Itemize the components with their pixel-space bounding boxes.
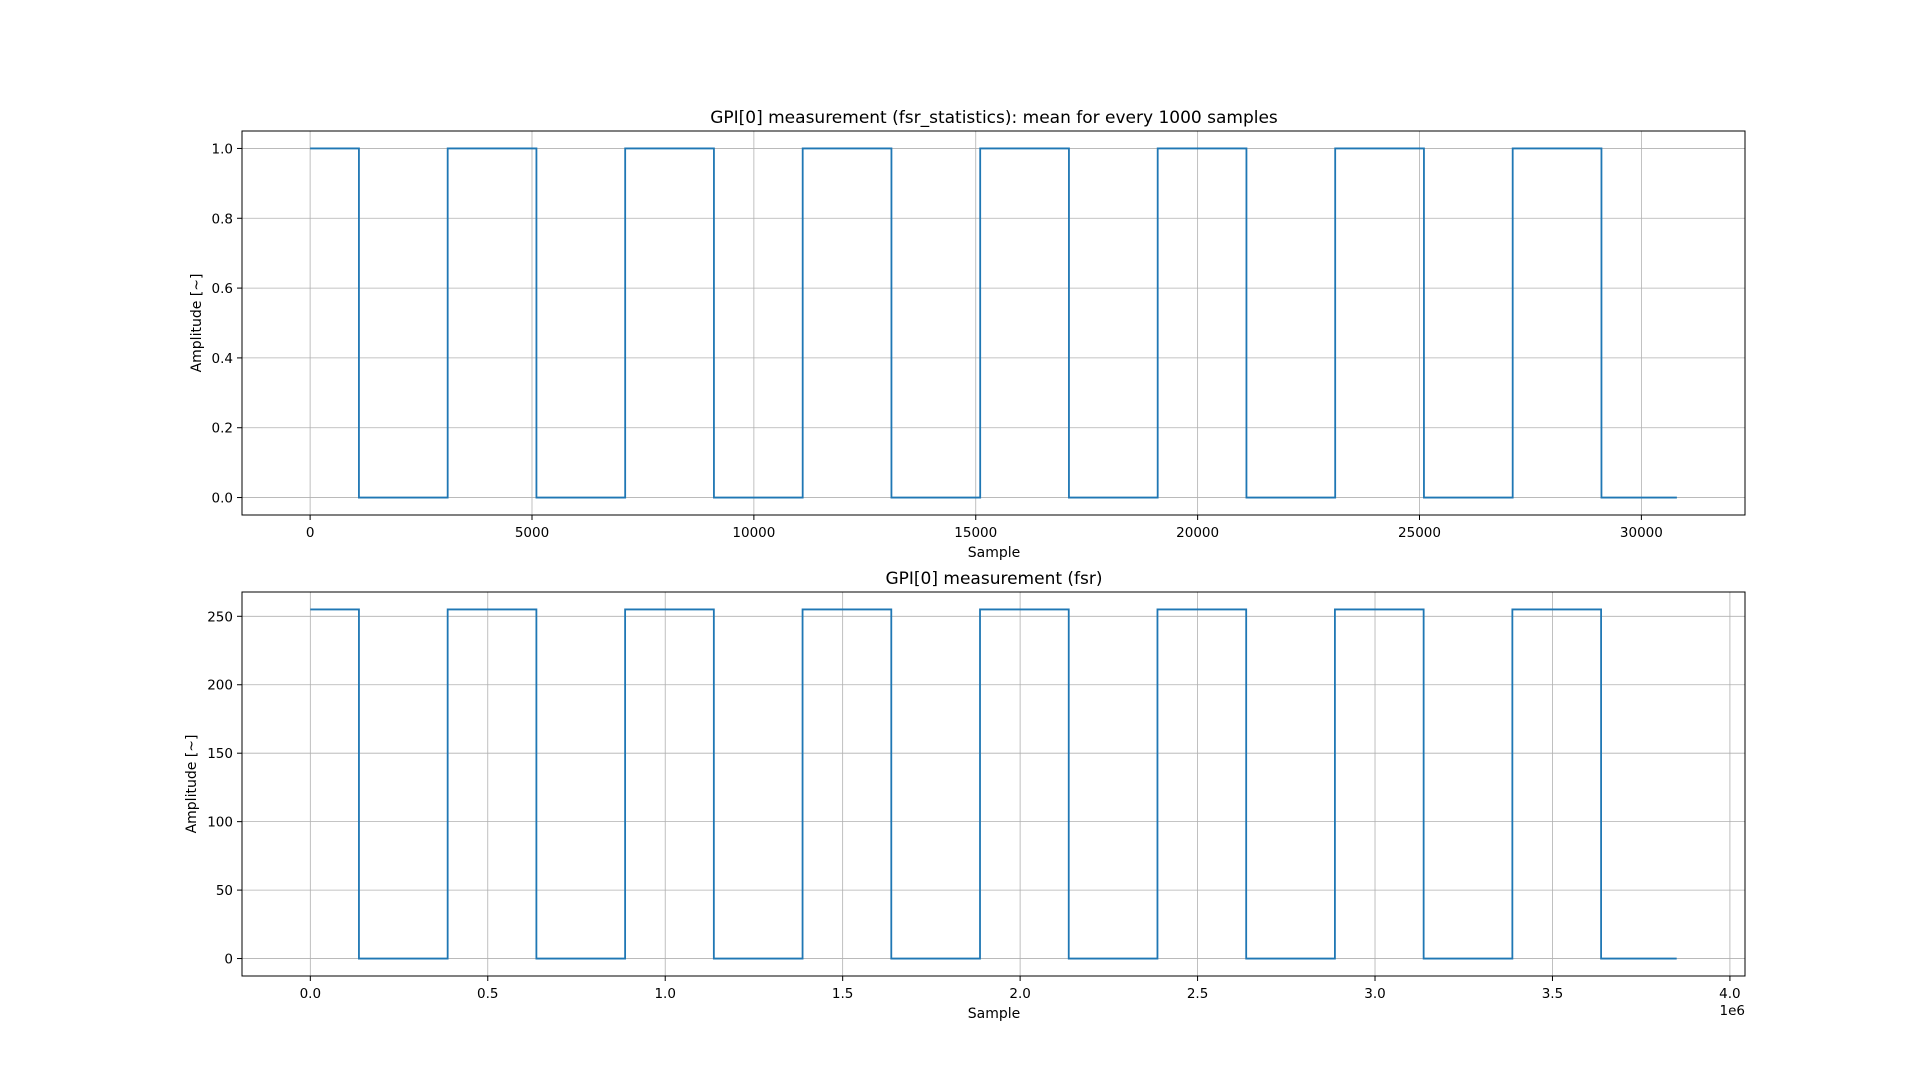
- x-tick-label: 0.5: [477, 986, 498, 1002]
- x-tick-label: 30000: [1620, 525, 1663, 541]
- x-tick-label: 20000: [1176, 525, 1219, 541]
- y-tick-label: 200: [207, 678, 233, 694]
- x-tick-label: 1.5: [832, 986, 853, 1002]
- y-tick-label: 0.8: [212, 211, 233, 227]
- x-tick-label: 2.5: [1187, 986, 1208, 1002]
- bottom-chart-title: GPI[0] measurement (fsr): [885, 569, 1102, 589]
- y-tick-label: 0.2: [212, 421, 233, 437]
- x-tick-label: 4.0: [1719, 986, 1740, 1002]
- x-tick-label: 25000: [1398, 525, 1441, 541]
- x-tick-label: 0.0: [300, 986, 321, 1002]
- x-tick-label: 0: [306, 525, 315, 541]
- y-tick-label: 100: [207, 815, 233, 831]
- x-tick-label: 1.0: [654, 986, 675, 1002]
- x-tick-label: 15000: [954, 525, 997, 541]
- x-tick-label: 3.5: [1542, 986, 1563, 1002]
- x-tick-label: 2.0: [1009, 986, 1030, 1002]
- y-tick-label: 0.4: [212, 351, 233, 367]
- top-chart-title: GPI[0] measurement (fsr_statistics): mea…: [710, 108, 1278, 128]
- x-tick-label: 10000: [732, 525, 775, 541]
- figure-background: [0, 0, 1920, 1087]
- bottom-y-axis-label: Amplitude [~]: [184, 735, 200, 834]
- y-tick-label: 50: [216, 883, 233, 899]
- y-tick-label: 1.0: [212, 141, 233, 157]
- y-tick-label: 250: [207, 609, 233, 625]
- bottom-x-axis-label: Sample: [968, 1006, 1021, 1022]
- y-tick-label: 150: [207, 746, 233, 762]
- y-tick-label: 0.6: [212, 281, 233, 297]
- top-x-axis-label: Sample: [968, 545, 1021, 561]
- x-tick-label: 3.0: [1364, 986, 1385, 1002]
- top-y-axis-label: Amplitude [~]: [189, 274, 205, 373]
- bottom-x-offset-label: 1e6: [1720, 1003, 1745, 1019]
- figure: GPI[0] measurement (fsr_statistics): mea…: [0, 0, 1920, 1087]
- x-tick-label: 5000: [515, 525, 549, 541]
- y-tick-label: 0.0: [212, 491, 233, 507]
- y-tick-label: 0: [224, 952, 233, 968]
